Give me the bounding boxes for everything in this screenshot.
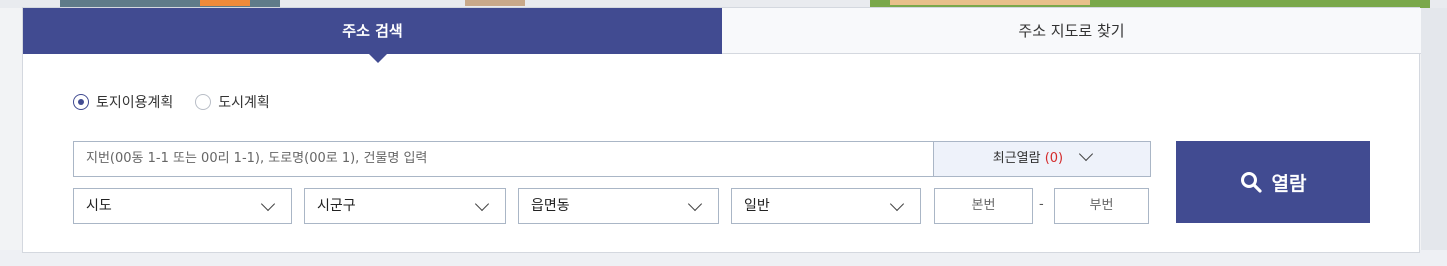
chevron-down-icon xyxy=(889,196,905,212)
recent-views-dropdown[interactable]: 최근열람 (0) xyxy=(934,141,1151,177)
plan-type-radio-group: 토지이용계획 도시계획 xyxy=(73,92,292,112)
search-icon xyxy=(1240,171,1262,193)
chevron-down-icon xyxy=(687,196,703,212)
banner-illustration xyxy=(890,0,1090,5)
background-decoration xyxy=(1421,8,1447,250)
radio-land-use-plan[interactable]: 토지이용계획 xyxy=(73,92,173,112)
address-search-input[interactable]: 지번(00동 1-1 또는 00리 1-1), 도로명(00로 1), 건물명 … xyxy=(73,141,934,177)
lot-type-select-value: 일반 xyxy=(744,198,770,214)
tab-bar: 주소 검색 주소 지도로 찾기 xyxy=(23,8,1421,54)
radio-label: 도시계획 xyxy=(218,95,270,111)
sigungu-select[interactable]: 시군구 xyxy=(304,188,506,224)
lot-type-select[interactable]: 일반 xyxy=(731,188,921,224)
view-button[interactable]: 열람 xyxy=(1176,141,1370,223)
sido-select[interactable]: 시도 xyxy=(73,188,292,224)
chevron-down-icon xyxy=(260,196,276,212)
search-panel: 주소 검색 주소 지도로 찾기 토지이용계획 도시계획 지번(00동 1-1 또… xyxy=(22,7,1421,253)
chevron-down-icon xyxy=(474,196,490,212)
lot-number-separator: - xyxy=(1039,197,1044,212)
radio-urban-plan[interactable]: 도시계획 xyxy=(195,92,270,112)
active-tab-indicator xyxy=(369,54,387,63)
eupmyeondong-select-value: 읍면동 xyxy=(531,198,570,214)
recent-views-count: (0) xyxy=(1044,151,1064,166)
radio-label: 토지이용계획 xyxy=(96,95,174,111)
view-button-label: 열람 xyxy=(1271,172,1307,195)
banner-illustration xyxy=(200,0,250,6)
sub-lot-number-input[interactable]: 부번 xyxy=(1054,188,1149,224)
sido-select-value: 시도 xyxy=(86,198,112,214)
recent-views-label: 최근열람 xyxy=(992,151,1041,166)
tab-map-search[interactable]: 주소 지도로 찾기 xyxy=(722,8,1421,54)
tab-address-search[interactable]: 주소 검색 xyxy=(23,8,722,54)
main-lot-number-input[interactable]: 본번 xyxy=(934,188,1033,224)
radio-unchecked-icon xyxy=(195,94,212,110)
radio-checked-icon xyxy=(73,94,89,110)
banner-illustration xyxy=(465,0,525,6)
chevron-down-icon xyxy=(1079,146,1094,162)
eupmyeondong-select[interactable]: 읍면동 xyxy=(518,188,719,224)
sigungu-select-value: 시군구 xyxy=(317,198,356,214)
